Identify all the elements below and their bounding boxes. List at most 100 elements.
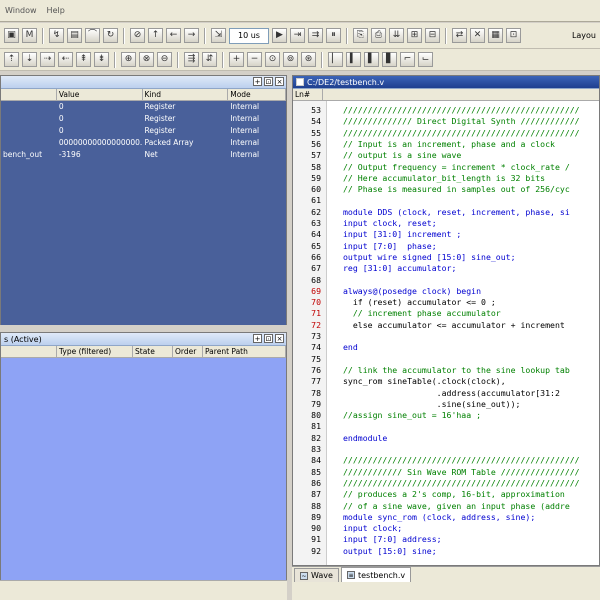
processes-list[interactable]: [1, 358, 286, 580]
zoom-area-icon[interactable]: ⊚: [283, 52, 298, 67]
code-line[interactable]: 59 // Here accumulator_bit_length is 32 b…: [293, 173, 545, 184]
tool-icon-a[interactable]: ▣: [4, 28, 19, 43]
break-icon[interactable]: ⏸: [326, 28, 341, 43]
code-line[interactable]: 53 //////////////////////////////////////…: [293, 105, 579, 116]
table-row[interactable]: bench_out -3196 Net Internal: [1, 149, 286, 161]
run-icon[interactable]: ▶: [272, 28, 287, 43]
table-row[interactable]: 00000000000000000... Packed Array Intern…: [1, 137, 286, 149]
code-line[interactable]: 87 // produces a 2's comp, 16-bit, approx…: [293, 489, 565, 500]
run-time-input[interactable]: 10 us: [229, 27, 269, 44]
pane-splitter-horizontal[interactable]: [0, 325, 287, 332]
code-line[interactable]: 78 .address(accumulator[31:2: [293, 388, 560, 399]
zoom-in-icon[interactable]: +: [229, 52, 244, 67]
pane-close-icon[interactable]: ×: [275, 334, 284, 343]
tool-icon-t[interactable]: ⇟: [94, 52, 109, 67]
tool-icon-i[interactable]: ⊞: [407, 28, 422, 43]
pane-float-icon[interactable]: ⊡: [264, 77, 273, 86]
code-line[interactable]: 54 ////////////// Direct Digital Synth //…: [293, 116, 579, 127]
code-line[interactable]: 84 //////////////////////////////////////…: [293, 455, 579, 466]
tool-icon-p[interactable]: ⇣: [22, 52, 37, 67]
pane-close-icon[interactable]: ×: [275, 77, 284, 86]
code-line[interactable]: 91 input [7:0] address;: [293, 534, 441, 545]
code-line[interactable]: 66 output wire signed [15:0] sine_out;: [293, 252, 515, 263]
col-mode[interactable]: Mode: [228, 89, 287, 100]
code-line[interactable]: 82 endmodule: [293, 433, 387, 444]
code-line[interactable]: 92 output [15:0] sine;: [293, 546, 437, 557]
tool-icon-e[interactable]: ↻: [103, 28, 118, 43]
tool-icon-r[interactable]: ⇠: [58, 52, 73, 67]
code-line[interactable]: 81: [293, 421, 321, 432]
code-line[interactable]: 68: [293, 275, 321, 286]
code-line[interactable]: 76 // link the accumulator to the sine lo…: [293, 365, 570, 376]
code-line[interactable]: 77 sync_rom sineTable(.clock(clock),: [293, 376, 506, 387]
tab-testbench[interactable]: ≡ testbench.v: [340, 567, 412, 582]
code-line[interactable]: 89 module sync_rom (clock, address, sine)…: [293, 512, 535, 523]
code-line[interactable]: 80 //assign sine_out = 16'haa ;: [293, 410, 481, 421]
zoom-out-icon[interactable]: −: [247, 52, 262, 67]
col-type[interactable]: Type (filtered): [57, 346, 133, 357]
code-line[interactable]: 64 input [31:0] increment ;: [293, 229, 461, 240]
code-line[interactable]: 86 //////////////////////////////////////…: [293, 478, 579, 489]
run-all-icon[interactable]: ⇥: [290, 28, 305, 43]
code-line[interactable]: 69 always@(posedge clock) begin: [293, 286, 481, 297]
step-icon[interactable]: ⇲: [211, 28, 226, 43]
zoom-fit-icon[interactable]: ⊙: [265, 52, 280, 67]
wave-icon-b[interactable]: ▌: [364, 52, 379, 67]
close-x-icon[interactable]: ✕: [470, 28, 485, 43]
right-arrow-icon[interactable]: →: [184, 28, 199, 43]
code-line[interactable]: 67 reg [31:0] accumulator;: [293, 263, 456, 274]
tool-icon-q[interactable]: ⇢: [40, 52, 55, 67]
code-line[interactable]: 70 if (reset) accumulator <= 0 ;: [293, 297, 496, 308]
tool-icon-c[interactable]: ▤: [67, 28, 82, 43]
menu-window[interactable]: Window: [0, 6, 42, 15]
stop-icon[interactable]: ⊘: [130, 28, 145, 43]
col-name[interactable]: [1, 346, 57, 357]
wave-icon-a[interactable]: ▍: [346, 52, 361, 67]
code-line[interactable]: 74 end: [293, 342, 358, 353]
code-line[interactable]: 79 .sine(sine_out));: [293, 399, 520, 410]
tab-wave[interactable]: ~ Wave: [294, 568, 339, 582]
table-row[interactable]: 0 Register Internal: [1, 125, 286, 137]
wave-icon-e[interactable]: ⌙: [418, 52, 433, 67]
tool-icon-w[interactable]: ⊖: [157, 52, 172, 67]
tool-icon-y[interactable]: ⇵: [202, 52, 217, 67]
tool-icon-j[interactable]: ⊟: [425, 28, 440, 43]
tool-icon-m[interactable]: M: [22, 28, 37, 43]
code-line[interactable]: 56 // Input is an increment, phase and a …: [293, 139, 555, 150]
code-line[interactable]: 62 module DDS (clock, reset, increment, p…: [293, 207, 570, 218]
zoom-full-icon[interactable]: ⊛: [301, 52, 316, 67]
code-line[interactable]: 63 input clock, reset;: [293, 218, 437, 229]
pane-pin-icon[interactable]: +: [253, 334, 262, 343]
tool-icon-h[interactable]: ⇊: [389, 28, 404, 43]
col-order[interactable]: Order: [173, 346, 203, 357]
col-value[interactable]: Value: [57, 89, 143, 100]
cursor-icon[interactable]: ▏: [328, 52, 343, 67]
code-line[interactable]: 71 // increment phase accumulator: [293, 308, 501, 319]
tool-icon-k[interactable]: ⇄: [452, 28, 467, 43]
code-line[interactable]: 58 // Output frequency = increment * cloc…: [293, 162, 570, 173]
code-line[interactable]: 72 else accumulator <= accumulator + inc…: [293, 320, 565, 331]
tool-icon-l[interactable]: ▦: [488, 28, 503, 43]
col-kind[interactable]: Kind: [143, 89, 229, 100]
pane-pin-icon[interactable]: +: [253, 77, 262, 86]
col-parent-path[interactable]: Parent Path: [203, 346, 286, 357]
code-line[interactable]: 73: [293, 331, 321, 342]
code-line[interactable]: 88 // of a sine wave, given an input phas…: [293, 501, 570, 512]
tool-icon-g[interactable]: ⎙: [371, 28, 386, 43]
wave-icon-d[interactable]: ⌐: [400, 52, 415, 67]
code-line[interactable]: 65 input [7:0] phase;: [293, 241, 437, 252]
col-name[interactable]: [1, 89, 57, 100]
wave-icon-c[interactable]: ▋: [382, 52, 397, 67]
code-line[interactable]: 75: [293, 354, 321, 365]
continue-icon[interactable]: ⇉: [308, 28, 323, 43]
tool-icon-s[interactable]: ⇞: [76, 52, 91, 67]
code-line[interactable]: 61: [293, 195, 321, 206]
tool-icon-u[interactable]: ⊕: [121, 52, 136, 67]
up-arrow-icon[interactable]: ↑: [148, 28, 163, 43]
code-area[interactable]: 53 //////////////////////////////////////…: [293, 101, 599, 565]
table-row[interactable]: 0 Register Internal: [1, 113, 286, 125]
code-line[interactable]: 57 // output is a sine wave: [293, 150, 461, 161]
tool-icon-f[interactable]: ⎘: [353, 28, 368, 43]
code-line[interactable]: 55 //////////////////////////////////////…: [293, 128, 579, 139]
code-line[interactable]: 90 input clock;: [293, 523, 402, 534]
